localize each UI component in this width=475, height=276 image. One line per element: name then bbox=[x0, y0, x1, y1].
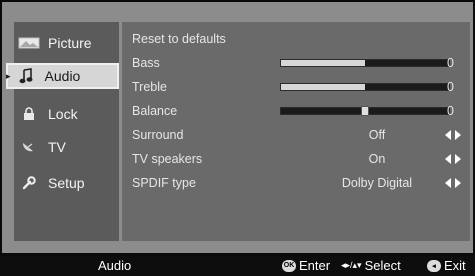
exit-hint: ◂ Exit bbox=[427, 258, 466, 273]
left-right-arrows-icon[interactable] bbox=[444, 128, 462, 142]
sidebar-item-tv[interactable]: TV bbox=[14, 134, 119, 160]
treble-value: 0 bbox=[447, 80, 454, 94]
bass-value: 0 bbox=[447, 56, 454, 70]
bass-slider-fill bbox=[281, 60, 365, 66]
treble-slider[interactable] bbox=[280, 83, 450, 91]
spdif-type-label: SPDIF type bbox=[132, 176, 196, 190]
sidebar-item-lock[interactable]: Lock bbox=[14, 101, 119, 127]
sidebar-item-audio[interactable]: ▸ Audio bbox=[6, 63, 119, 89]
surround-label: Surround bbox=[132, 128, 184, 142]
reset-label: Reset to defaults bbox=[132, 32, 226, 46]
satellite-dish-icon bbox=[14, 137, 44, 157]
tv-speakers-setting[interactable]: TV speakers On bbox=[132, 149, 462, 169]
select-label: Select bbox=[364, 258, 401, 273]
sidebar-item-label: Setup bbox=[48, 175, 85, 191]
exit-label: Exit bbox=[444, 258, 466, 273]
audio-settings-panel: Reset to defaults Bass 0 Treble 0 Balanc… bbox=[122, 22, 470, 241]
treble-label: Treble bbox=[132, 80, 167, 94]
tv-osd-menu: Picture ▸ Audio Lock TV Setup Reset to d… bbox=[0, 0, 475, 276]
enter-hint: OK Enter bbox=[282, 258, 330, 273]
bass-setting[interactable]: Bass 0 bbox=[132, 53, 462, 73]
enter-label: Enter bbox=[299, 258, 331, 273]
treble-setting[interactable]: Treble 0 bbox=[132, 77, 462, 97]
ok-button-icon: OK bbox=[282, 259, 296, 272]
music-note-icon bbox=[11, 66, 41, 86]
sidebar: Picture bbox=[14, 22, 119, 241]
bottom-help-bar: Audio OK Enter ◂▸/▴▾ Select ◂ Exit bbox=[0, 256, 475, 276]
left-right-arrows-icon[interactable] bbox=[444, 152, 462, 166]
current-menu-label: Audio bbox=[98, 258, 132, 273]
surround-setting[interactable]: Surround Off bbox=[132, 125, 462, 145]
bass-label: Bass bbox=[132, 56, 160, 70]
balance-slider-knob[interactable] bbox=[361, 106, 369, 116]
balance-slider[interactable] bbox=[280, 106, 450, 116]
spdif-type-value: Dolby Digital bbox=[341, 176, 413, 190]
back-button-icon: ◂ bbox=[427, 259, 441, 272]
sidebar-item-setup[interactable]: Setup bbox=[14, 170, 119, 196]
balance-value: 0 bbox=[447, 104, 454, 118]
treble-slider-fill bbox=[281, 84, 365, 90]
select-hint: ◂▸/▴▾ Select bbox=[341, 258, 401, 273]
picture-icon bbox=[14, 33, 44, 53]
balance-label: Balance bbox=[132, 104, 178, 118]
tv-speakers-value: On bbox=[368, 152, 386, 166]
wrench-icon bbox=[14, 173, 44, 193]
navigation-arrows-icon: ◂▸/▴▾ bbox=[341, 260, 362, 270]
balance-setting[interactable]: Balance 0 bbox=[132, 101, 462, 121]
sidebar-item-picture[interactable]: Picture bbox=[14, 30, 119, 56]
sidebar-item-label: Picture bbox=[48, 35, 92, 51]
sidebar-item-label: TV bbox=[48, 139, 66, 155]
sidebar-item-label: Lock bbox=[48, 106, 78, 122]
spdif-type-setting[interactable]: SPDIF type Dolby Digital bbox=[132, 173, 462, 193]
bass-slider[interactable] bbox=[280, 59, 450, 67]
surround-value: Off bbox=[368, 128, 386, 142]
sidebar-item-label: Audio bbox=[44, 68, 81, 84]
left-right-arrows-icon[interactable] bbox=[444, 176, 462, 190]
tv-speakers-label: TV speakers bbox=[132, 152, 203, 166]
lock-icon bbox=[14, 104, 44, 124]
reset-to-defaults-item[interactable]: Reset to defaults bbox=[132, 29, 462, 49]
